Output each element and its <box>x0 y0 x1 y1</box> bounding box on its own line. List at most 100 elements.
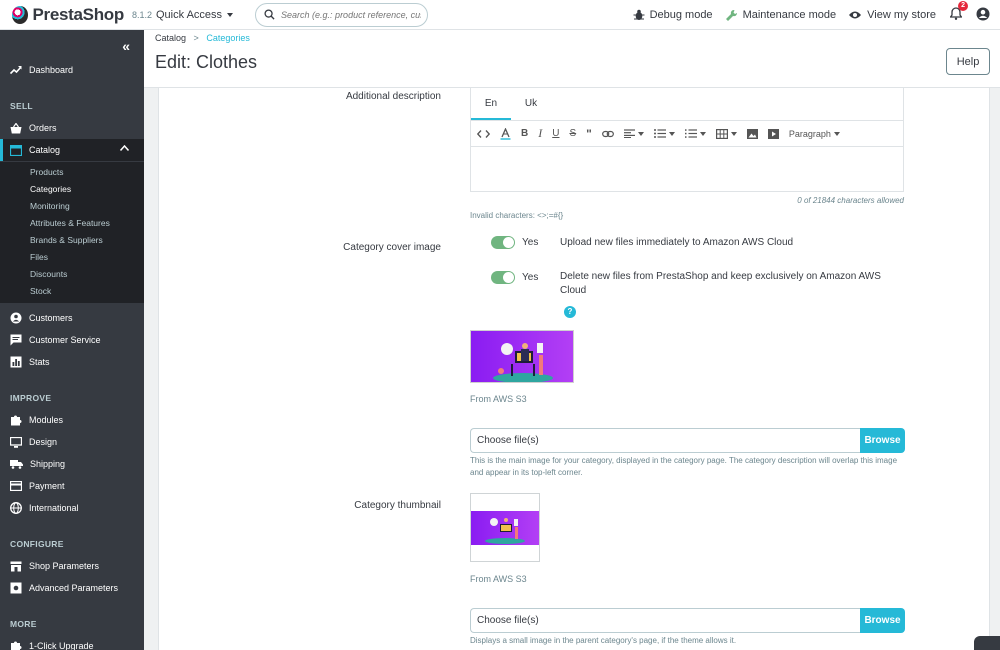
logo[interactable]: PrestaShop 8.1.2 <box>12 5 152 25</box>
thumbnail-image <box>471 511 539 545</box>
underline-icon[interactable]: U <box>552 128 559 139</box>
quick-access-dropdown[interactable]: Quick Access <box>156 9 234 21</box>
help-question-icon[interactable]: ? <box>564 306 576 318</box>
bold-icon[interactable]: B <box>521 128 528 139</box>
code-view-icon[interactable] <box>477 129 490 138</box>
cover-illustration <box>493 343 553 382</box>
trending-up-icon <box>10 66 22 75</box>
user-menu[interactable] <box>976 7 990 24</box>
collapse-sidebar-icon[interactable]: « <box>122 38 130 54</box>
globe-icon <box>10 502 22 514</box>
view-store-link[interactable]: View my store <box>848 9 936 21</box>
section-sell: SELL <box>10 101 33 111</box>
sidebar-item-label: Customer Service <box>29 335 101 345</box>
numbered-list-dropdown[interactable] <box>684 129 706 138</box>
paragraph-format-dropdown[interactable]: Paragraph <box>789 129 840 139</box>
breadcrumb-categories[interactable]: Categories <box>206 33 250 43</box>
sidebar-item-international[interactable]: International <box>0 497 144 519</box>
language-tabs: En Uk <box>471 88 903 121</box>
sidebar-item-1-click-upgrade[interactable]: 1-Click Upgrade <box>0 635 144 650</box>
font-color-icon[interactable] <box>500 127 511 140</box>
sidebar-item-orders[interactable]: Orders <box>0 117 144 139</box>
scroll-corner-button[interactable] <box>974 636 1000 650</box>
submenu-item-categories[interactable]: Categories <box>30 184 71 194</box>
notifications-button[interactable]: 2 <box>949 1 968 23</box>
strikethrough-icon[interactable]: S <box>569 128 576 139</box>
debug-mode-link[interactable]: Debug mode <box>633 9 713 21</box>
submenu-item-attributes[interactable]: Attributes & Features <box>30 218 110 228</box>
sidebar-item-customers[interactable]: Customers <box>0 307 144 329</box>
tab-en[interactable]: En <box>471 88 511 120</box>
submenu-item-stock[interactable]: Stock <box>30 286 51 296</box>
sidebar-item-shop-parameters[interactable]: Shop Parameters <box>0 555 144 577</box>
maintenance-mode-label: Maintenance mode <box>742 9 837 21</box>
submenu-item-products[interactable]: Products <box>30 167 64 177</box>
sidebar-item-dashboard[interactable]: Dashboard <box>0 59 144 81</box>
sidebar-item-label: International <box>29 503 79 513</box>
sidebar-item-customer-service[interactable]: Customer Service <box>0 329 144 351</box>
sidebar-item-label: Orders <box>29 123 57 133</box>
bar-chart-icon <box>10 356 22 368</box>
view-store-label: View my store <box>867 9 936 21</box>
delete-local-description: Delete new files from PrestaShop and kee… <box>560 271 881 296</box>
puzzle-icon <box>11 641 22 650</box>
editor-content-area[interactable] <box>471 147 903 191</box>
submenu-item-brands[interactable]: Brands & Suppliers <box>30 235 103 245</box>
maintenance-mode-link[interactable]: Maintenance mode <box>725 9 837 22</box>
search-box[interactable] <box>255 2 429 27</box>
thumbnail-hint: Displays a small image in the parent cat… <box>470 636 737 645</box>
align-dropdown[interactable] <box>623 129 644 138</box>
quote-icon[interactable]: " <box>586 127 592 141</box>
submenu-item-discounts[interactable]: Discounts <box>30 269 67 279</box>
top-right-actions: Debug mode Maintenance mode View my stor… <box>633 0 1000 30</box>
sidebar-item-advanced-parameters[interactable]: Advanced Parameters <box>0 577 144 599</box>
char-count: 0 of 21844 characters allowed <box>797 196 904 205</box>
sidebar-item-catalog[interactable]: Catalog <box>0 139 144 161</box>
breadcrumb-catalog[interactable]: Catalog <box>155 33 186 43</box>
editor-toolbar: B I U S " Paragraph <box>471 121 903 147</box>
italic-icon[interactable]: I <box>538 126 542 141</box>
paragraph-format-label: Paragraph <box>788 128 831 139</box>
video-icon[interactable] <box>767 128 779 139</box>
thumbnail-source: From AWS S3 <box>470 574 527 584</box>
chat-icon <box>10 334 22 346</box>
section-more: MORE <box>10 619 37 629</box>
table-dropdown[interactable] <box>715 128 737 139</box>
cover-file-field[interactable]: Choose file(s) <box>470 428 860 453</box>
bullet-list-dropdown[interactable] <box>653 129 675 138</box>
section-improve: IMPROVE <box>10 393 52 403</box>
eye-icon <box>849 11 862 19</box>
sidebar-item-shipping[interactable]: Shipping <box>0 453 144 475</box>
sidebar-item-stats[interactable]: Stats <box>0 351 144 373</box>
tab-uk[interactable]: Uk <box>511 88 551 120</box>
notification-badge: 2 <box>958 1 968 11</box>
delete-local-toggle[interactable] <box>491 271 515 284</box>
image-icon[interactable] <box>746 128 758 139</box>
sidebar-item-payment[interactable]: Payment <box>0 475 144 497</box>
cover-browse-button[interactable]: Browse <box>860 428 905 453</box>
user-icon <box>976 7 990 20</box>
sidebar-item-modules[interactable]: Modules <box>0 409 144 431</box>
table-icon <box>715 128 728 139</box>
sidebar-item-label: Payment <box>29 481 65 491</box>
thumbnail-preview-box <box>470 493 540 562</box>
submenu-item-monitoring[interactable]: Monitoring <box>30 201 70 211</box>
invalid-characters-note: Invalid characters: <>;=#{} <box>470 211 564 220</box>
sidebar-item-label: Shipping <box>30 459 66 469</box>
thumbnail-illustration <box>485 518 525 544</box>
search-input[interactable] <box>281 9 422 20</box>
cover-image-file-input[interactable]: Choose file(s) Browse <box>470 428 905 453</box>
upload-aws-toggle-label: Yes <box>522 237 539 248</box>
logo-text: PrestaShop <box>32 4 124 24</box>
upload-aws-toggle[interactable] <box>491 236 515 249</box>
thumbnail-file-field[interactable]: Choose file(s) <box>470 608 860 633</box>
thumbnail-browse-button[interactable]: Browse <box>860 608 905 633</box>
sidebar-item-design[interactable]: Design <box>0 431 144 453</box>
sidebar-item-label: 1-Click Upgrade <box>29 641 94 650</box>
submenu-item-files[interactable]: Files <box>30 252 48 262</box>
help-button[interactable]: Help <box>946 48 990 75</box>
link-icon[interactable] <box>601 130 614 138</box>
thumbnail-file-input[interactable]: Choose file(s) Browse <box>470 608 905 633</box>
delete-local-toggle-label: Yes <box>522 272 539 283</box>
prestashop-logo-icon <box>12 5 29 24</box>
